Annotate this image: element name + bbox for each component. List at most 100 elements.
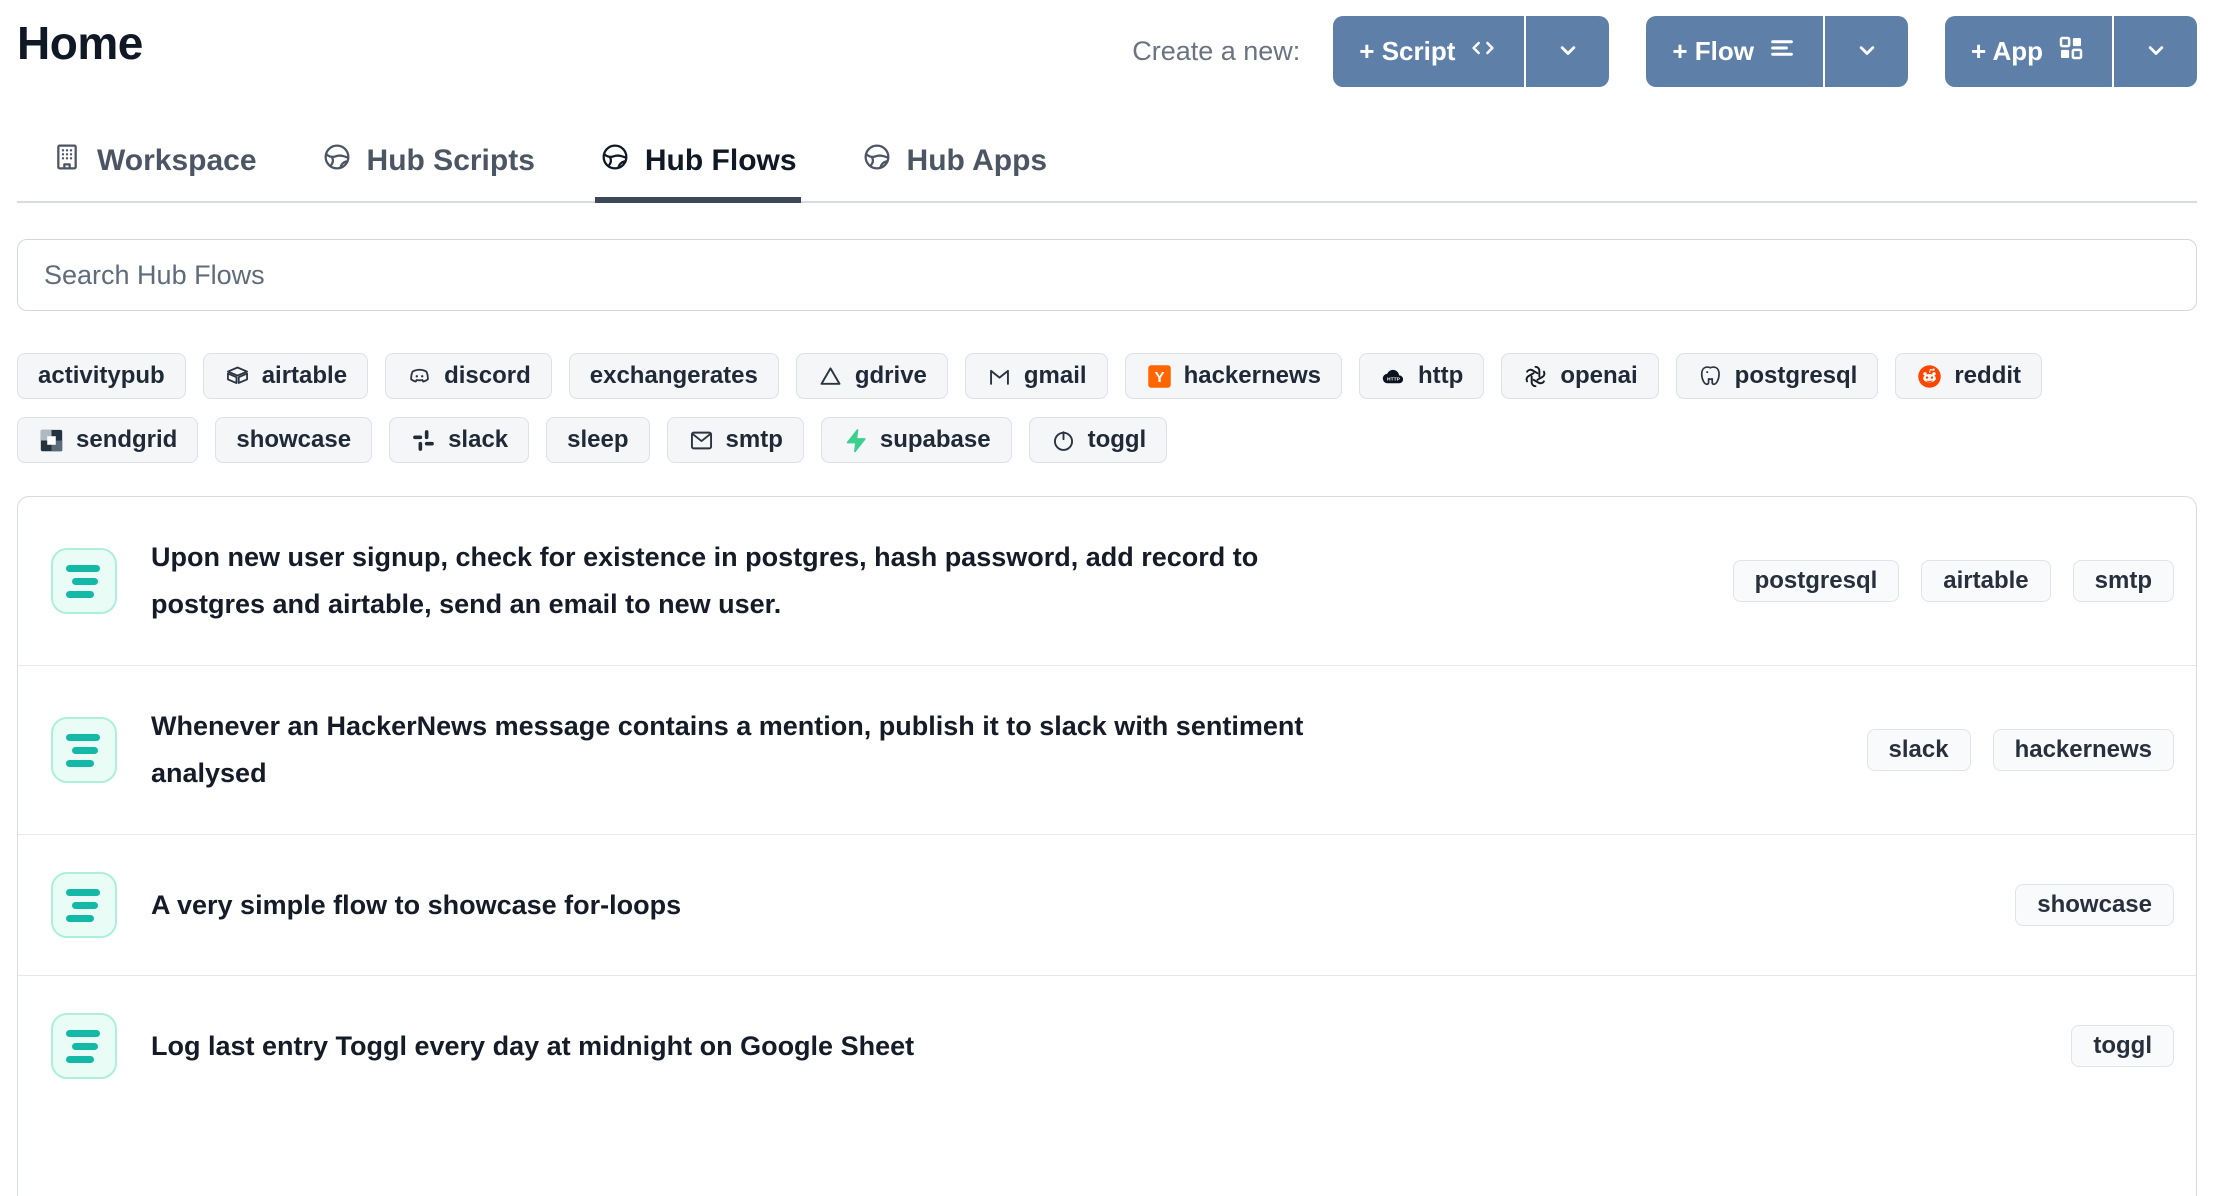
flow-tags: toggl	[2071, 1025, 2174, 1067]
filter-chip-slack[interactable]: slack	[389, 417, 529, 463]
filter-chip-label: sleep	[567, 426, 628, 454]
flow-icon	[51, 717, 117, 783]
filter-chip-label: activitypub	[38, 362, 165, 390]
filter-chip-label: showcase	[236, 426, 351, 454]
svg-text:Y: Y	[1154, 369, 1164, 386]
filter-chip-activitypub[interactable]: activitypub	[17, 353, 186, 399]
filter-chip-label: http	[1418, 362, 1463, 390]
new-flow-dropdown-button[interactable]	[1825, 16, 1908, 87]
filter-chip-openai[interactable]: openai	[1501, 353, 1658, 399]
filter-chip-label: gmail	[1024, 362, 1087, 390]
new-script-button[interactable]: + Script	[1333, 16, 1524, 87]
code-icon	[1468, 33, 1498, 70]
flow-icon	[51, 1013, 117, 1079]
toggl-icon	[1050, 427, 1077, 454]
flow-tags: postgresql airtable smtp	[1733, 560, 2174, 602]
flow-icon	[51, 548, 117, 614]
app-split-button: + App	[1945, 16, 2197, 87]
tag-slack: slack	[1867, 729, 1971, 771]
tab-hub-flows[interactable]: Hub Flows	[595, 141, 801, 203]
new-script-label: + Script	[1359, 36, 1455, 67]
filter-chip-exchangerates[interactable]: exchangerates	[569, 353, 779, 399]
flow-row[interactable]: Whenever an HackerNews message contains …	[18, 665, 2196, 834]
create-a-new-label: Create a new:	[1132, 36, 1300, 67]
filter-chip-hackernews[interactable]: Yhackernews	[1125, 353, 1342, 399]
grid-icon	[2056, 33, 2086, 70]
filter-chip-smtp[interactable]: smtp	[667, 417, 804, 463]
new-app-button[interactable]: + App	[1945, 16, 2112, 87]
flow-title: Upon new user signup, check for existenc…	[151, 534, 1371, 628]
tab-hub-apps[interactable]: Hub Apps	[857, 141, 1052, 203]
search-section	[17, 239, 2197, 311]
airtable-icon	[224, 363, 251, 390]
filter-chip-label: supabase	[880, 426, 991, 454]
hackernews-icon: Y	[1146, 363, 1173, 390]
new-flow-button[interactable]: + Flow	[1646, 16, 1823, 87]
filter-chip-sendgrid[interactable]: sendgrid	[17, 417, 198, 463]
script-split-button: + Script	[1333, 16, 1609, 87]
filter-chip-label: gdrive	[855, 362, 927, 390]
bars-icon	[1767, 33, 1797, 70]
filter-chip-row: activitypub airtable discord exchangerates g…	[17, 353, 2197, 399]
filter-chip-row: sendgrid showcase slack sleep smtp supabase to…	[17, 417, 2197, 463]
filter-chip-postgresql[interactable]: postgresql	[1676, 353, 1879, 399]
filter-chip-label: openai	[1560, 362, 1637, 390]
filter-chip-gmail[interactable]: gmail	[965, 353, 1108, 399]
filter-chip-label: airtable	[262, 362, 347, 390]
filter-chip-discord[interactable]: discord	[385, 353, 552, 399]
flow-row[interactable]: Upon new user signup, check for existenc…	[18, 497, 2196, 665]
tag-toggl: toggl	[2071, 1025, 2174, 1067]
gdrive-icon	[817, 363, 844, 390]
filter-chip-label: hackernews	[1184, 362, 1321, 390]
tag-airtable: airtable	[1921, 560, 2050, 602]
filter-chip-toggl[interactable]: toggl	[1029, 417, 1168, 463]
hub-flows-list: Upon new user signup, check for existenc…	[17, 496, 2197, 1196]
new-script-dropdown-button[interactable]	[1526, 16, 1609, 87]
filter-chip-http[interactable]: HTTP http	[1359, 353, 1484, 399]
gmail-icon	[986, 363, 1013, 390]
http-icon: HTTP	[1380, 363, 1407, 390]
create-buttons: + Script + Flow	[1333, 16, 2197, 87]
new-app-dropdown-button[interactable]	[2114, 16, 2197, 87]
chevron-down-icon	[1853, 36, 1881, 67]
filter-chip-airtable[interactable]: airtable	[203, 353, 368, 399]
globe-icon	[599, 141, 631, 181]
chevron-down-icon	[2142, 36, 2170, 67]
search-hub-flows-input[interactable]	[17, 239, 2197, 311]
filter-chip-gdrive[interactable]: gdrive	[796, 353, 948, 399]
filter-chip-label: reddit	[1954, 362, 2021, 390]
tab-workspace[interactable]: Workspace	[47, 141, 261, 203]
tag-smtp: smtp	[2073, 560, 2174, 602]
filter-chip-showcase[interactable]: showcase	[215, 417, 372, 463]
supabase-icon	[842, 427, 869, 454]
home-tabs: Workspace Hub Scripts Hub Flows Hub Apps	[17, 141, 2197, 203]
tag-hackernews: hackernews	[1993, 729, 2174, 771]
tab-label: Hub Apps	[907, 144, 1048, 178]
flow-row[interactable]: A very simple flow to showcase for-loops…	[18, 834, 2196, 975]
flow-icon	[51, 872, 117, 938]
openai-icon	[1522, 363, 1549, 390]
home-page: Home Create a new: + Script + Flow	[0, 0, 2214, 1196]
filter-chip-reddit[interactable]: reddit	[1895, 353, 2042, 399]
slack-icon	[410, 427, 437, 454]
smtp-icon	[688, 427, 715, 454]
tab-label: Hub Scripts	[367, 144, 535, 178]
filter-chip-label: postgresql	[1735, 362, 1858, 390]
chevron-down-icon	[1554, 36, 1582, 67]
flow-title: Log last entry Toggl every day at midnig…	[151, 1023, 914, 1070]
flow-row[interactable]: Log last entry Toggl every day at midnig…	[18, 975, 2196, 1116]
filter-chip-supabase[interactable]: supabase	[821, 417, 1012, 463]
globe-icon	[321, 141, 353, 181]
filter-chip-label: sendgrid	[76, 426, 177, 454]
filter-chip-sleep[interactable]: sleep	[546, 417, 649, 463]
reddit-icon	[1916, 363, 1943, 390]
tag-showcase: showcase	[2015, 884, 2174, 926]
postgresql-icon	[1697, 363, 1724, 390]
flow-split-button: + Flow	[1646, 16, 1908, 87]
filter-chips: activitypub airtable discord exchangerates g…	[17, 353, 2197, 463]
tag-postgresql: postgresql	[1733, 560, 1900, 602]
svg-text:HTTP: HTTP	[1387, 376, 1401, 382]
create-new-section: Create a new: + Script + Flow	[1132, 16, 2197, 87]
tab-hub-scripts[interactable]: Hub Scripts	[317, 141, 539, 203]
top-bar: Home Create a new: + Script + Flow	[17, 0, 2197, 89]
